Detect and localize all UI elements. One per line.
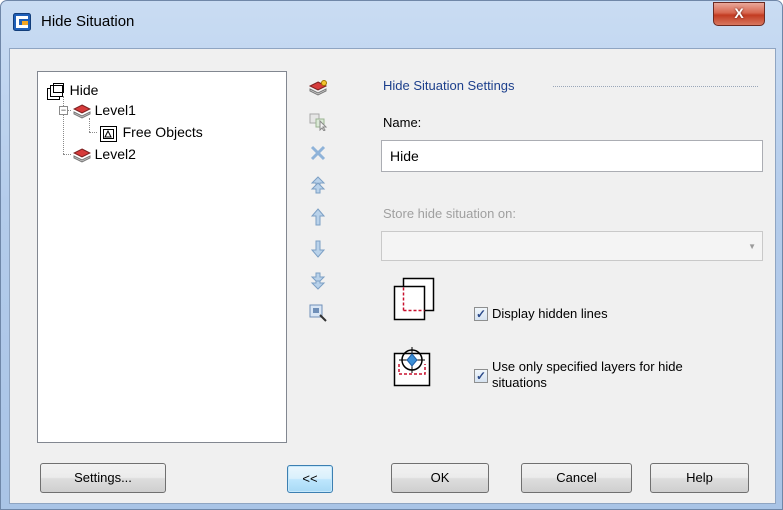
name-label: Name: xyxy=(383,115,422,130)
move-down-button[interactable] xyxy=(306,237,330,261)
move-up-icon xyxy=(310,208,326,226)
use-specified-layers-label[interactable]: Use only specified layers for hide situa… xyxy=(492,359,683,391)
move-down-icon xyxy=(310,240,326,258)
level-icon xyxy=(72,148,92,163)
settings-button[interactable]: Settings... xyxy=(40,463,166,493)
hide-situation-icon xyxy=(47,82,64,100)
hidden-lines-icon xyxy=(393,277,435,321)
dialog-window: Hide Situation X − Hide Level1 Free Obje… xyxy=(0,0,783,510)
collapse-level1-toggle[interactable]: − xyxy=(59,106,68,115)
free-objects-icon xyxy=(100,125,117,142)
move-to-bottom-icon xyxy=(310,272,326,290)
tree-item-label: Level2 xyxy=(94,146,136,162)
level-icon xyxy=(72,104,92,119)
section-divider xyxy=(553,86,758,87)
close-button[interactable]: X xyxy=(713,2,765,26)
hide-situation-tree[interactable]: − Hide Level1 Free Objects Level2 xyxy=(37,71,287,443)
move-to-top-icon xyxy=(310,176,326,194)
app-icon xyxy=(13,13,31,31)
window-title: Hide Situation xyxy=(41,13,135,30)
section-title: Hide Situation Settings xyxy=(383,78,515,93)
collapse-button[interactable]: << xyxy=(287,465,333,493)
store-hide-situation-select[interactable]: ▼ xyxy=(381,231,763,261)
chevron-down-icon: ▼ xyxy=(748,242,756,251)
delete-button[interactable] xyxy=(306,141,330,165)
move-up-button[interactable] xyxy=(306,205,330,229)
use-specified-layers-label-line2: situations xyxy=(492,375,547,390)
zoom-selection-button[interactable] xyxy=(306,301,330,325)
store-label: Store hide situation on: xyxy=(383,206,516,221)
tree-item-label: Hide xyxy=(69,82,99,98)
tree-connector xyxy=(89,132,97,133)
display-hidden-lines-checkbox[interactable]: ✓ xyxy=(474,307,488,321)
tree-item-level2[interactable]: Level2 xyxy=(72,145,136,163)
tree-connector xyxy=(89,118,90,132)
title-bar[interactable]: Hide Situation X xyxy=(1,1,782,41)
ok-button[interactable]: OK xyxy=(391,463,489,493)
tree-connector xyxy=(63,154,71,155)
help-button[interactable]: Help xyxy=(650,463,749,493)
new-level-icon xyxy=(308,80,328,96)
specified-layers-icon xyxy=(393,347,431,387)
tree-item-label: Level1 xyxy=(94,102,136,118)
display-hidden-lines-label[interactable]: Display hidden lines xyxy=(492,306,608,321)
zoom-selection-icon xyxy=(309,304,327,322)
use-specified-layers-label-line1: Use only specified layers for hide xyxy=(492,359,683,374)
tree-item-free-objects[interactable]: Free Objects xyxy=(99,123,203,142)
cancel-button[interactable]: Cancel xyxy=(521,463,632,493)
dialog-body: − Hide Level1 Free Objects Level2 Hide S… xyxy=(9,48,776,504)
new-level-button[interactable] xyxy=(306,77,330,101)
tree-item-level1[interactable]: Level1 xyxy=(72,101,136,119)
add-objects-button[interactable] xyxy=(306,109,330,133)
delete-icon xyxy=(310,145,326,161)
add-objects-icon xyxy=(309,113,328,131)
name-field[interactable]: Hide xyxy=(381,140,763,172)
tree-item-label: Free Objects xyxy=(122,124,203,140)
move-to-bottom-button[interactable] xyxy=(306,269,330,293)
use-specified-layers-checkbox[interactable]: ✓ xyxy=(474,369,488,383)
move-to-top-button[interactable] xyxy=(306,173,330,197)
tree-item-hide[interactable]: Hide xyxy=(46,81,99,100)
